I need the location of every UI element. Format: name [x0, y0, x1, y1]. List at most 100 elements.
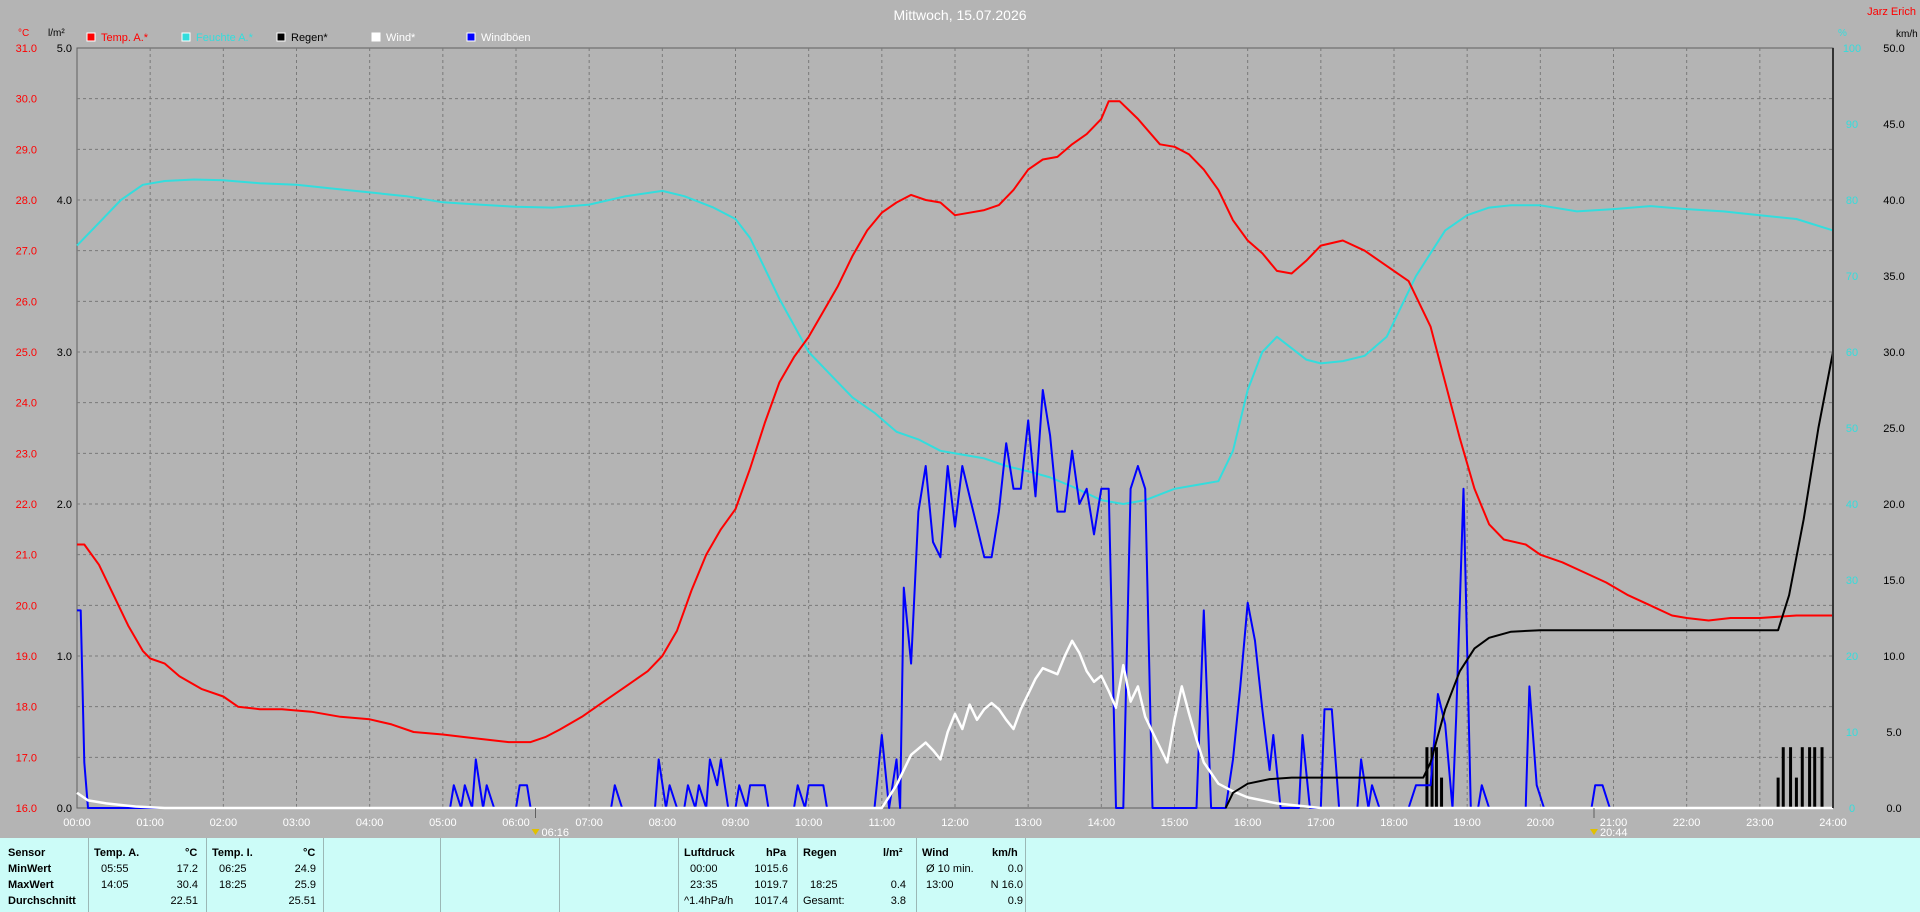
x-tick-label: 23:00: [1746, 817, 1774, 829]
x-tick-label: 14:00: [1088, 817, 1116, 829]
humidity-tick-label: 80: [1846, 195, 1858, 207]
temp-tick-label: 22.0: [16, 499, 37, 511]
legend-swatch: [181, 32, 191, 42]
humidity-tick-label: 10: [1846, 727, 1858, 739]
legend-swatch: [86, 32, 96, 42]
pressure-min-value: 1015.6: [754, 863, 788, 875]
weather-chart: 00:00 01:00 02:00 03:00 04:00 05:00 06:00 07:00…: [16, 6, 1918, 838]
legend-swatch: [276, 32, 286, 42]
humidity-tick-label: 0: [1849, 803, 1855, 815]
x-tick-label: 11:00: [868, 817, 895, 829]
humidity-tick-label: 100: [1843, 43, 1861, 55]
x-tick-label: 22:00: [1673, 817, 1701, 829]
wind-tick-label: 5.0: [1886, 727, 1901, 739]
tempA-header: Temp. A.: [94, 847, 140, 859]
wind-tick-label: 35.0: [1883, 271, 1904, 283]
legend-label: Windböen: [481, 32, 531, 44]
min-label: MinWert: [8, 863, 52, 875]
rain-max-value: 0.4: [890, 879, 906, 891]
wind-tick-label: 45.0: [1883, 119, 1904, 131]
x-tick-label: 05:00: [429, 817, 457, 829]
rain-bar: [1800, 747, 1804, 808]
legend-label: Regen*: [291, 32, 328, 44]
humidity-tick-label: 30: [1846, 575, 1858, 587]
wind-tick-label: 0.0: [1886, 803, 1901, 815]
legend-swatch: [466, 32, 476, 42]
separator: [440, 838, 441, 912]
rain-max-time: 18:25: [810, 879, 838, 891]
tempI-header: Temp. I.: [212, 847, 253, 859]
wind-tick-label: 15.0: [1883, 575, 1904, 587]
rain-bar: [1434, 747, 1438, 808]
unit-rain: l/m²: [48, 28, 65, 39]
temp-tick-label: 30.0: [16, 94, 37, 106]
tempA-avg: 22.51: [170, 895, 198, 907]
pressure-max-value: 1019.7: [754, 879, 788, 891]
separator: [88, 838, 89, 912]
wind-tick-label: 20.0: [1883, 499, 1904, 511]
rain-tick-label: 4.0: [57, 195, 72, 207]
rain-tick-label: 1.0: [57, 651, 72, 663]
temp-tick-label: 31.0: [16, 43, 37, 55]
temp-tick-label: 16.0: [16, 803, 37, 815]
separator: [916, 838, 917, 912]
unit-wind: km/h: [1896, 29, 1918, 40]
tempI-min-time: 06:25: [219, 863, 247, 875]
pressure-avg: 1017.4: [754, 895, 788, 907]
wind-max-value: N 16.0: [990, 879, 1023, 891]
temp-tick-label: 25.0: [16, 347, 37, 359]
tempI-max-time: 18:25: [219, 879, 247, 891]
rain-total: 3.8: [890, 895, 906, 907]
humidity-tick-label: 50: [1846, 423, 1858, 435]
x-tick-label: 08:00: [649, 817, 677, 829]
separator: [559, 838, 560, 912]
tempA-max-time: 14:05: [101, 879, 129, 891]
legend-label: Temp. A.*: [101, 32, 149, 44]
wind-tick-label: 40.0: [1883, 195, 1904, 207]
sensor-header: Sensor: [8, 847, 46, 859]
rain-tick-label: 5.0: [57, 43, 72, 55]
rain-bar: [1789, 747, 1793, 808]
x-tick-label: 20:00: [1527, 817, 1555, 829]
x-tick-label: 12:00: [941, 817, 969, 829]
temp-tick-label: 24.0: [16, 398, 37, 410]
x-tick-label: 02:00: [210, 817, 238, 829]
wind-avg: 0.9: [1007, 895, 1023, 907]
x-tick-label: 03:00: [283, 817, 311, 829]
pressure-header: Luftdruck: [684, 847, 735, 859]
unit-temp: °C: [18, 28, 29, 39]
legend: Temp. A.* Feuchte A.* Regen* Wind* Windböen: [86, 32, 531, 44]
unit-humidity: %: [1838, 28, 1847, 39]
max-label: MaxWert: [8, 879, 54, 891]
rain-bar: [1440, 777, 1444, 808]
rain-tick-label: 3.0: [57, 347, 72, 359]
temp-tick-label: 27.0: [16, 246, 37, 258]
humidity-tick-label: 60: [1846, 347, 1858, 359]
tempI-min-value: 24.9: [294, 863, 316, 875]
x-tick-label: 15:00: [1161, 817, 1189, 829]
humidity-tick-label: 20: [1846, 651, 1858, 663]
tempA-min-time: 05:55: [101, 863, 129, 875]
x-tick-label: 07:00: [575, 817, 603, 829]
wind-max-time: 13:00: [926, 879, 954, 891]
x-tick-label: 01:00: [136, 817, 164, 829]
pressure-unit: hPa: [766, 847, 787, 859]
separator: [797, 838, 798, 912]
rain-total-label: Gesamt:: [803, 895, 845, 907]
rain-bar: [1781, 747, 1785, 808]
temp-tick-label: 18.0: [16, 702, 37, 714]
wind-tick-label: 10.0: [1883, 651, 1904, 663]
x-tick-label: 24:00: [1819, 817, 1847, 829]
rain-unit: l/m²: [883, 847, 903, 859]
temp-tick-label: 19.0: [16, 651, 37, 663]
marker-label: 06:16: [542, 827, 570, 838]
x-tick-label: 19:00: [1453, 817, 1481, 829]
tempA-unit: °C: [185, 847, 198, 859]
separator: [678, 838, 679, 912]
rain-bar: [1813, 747, 1817, 808]
separator: [206, 838, 207, 912]
separator: [323, 838, 324, 912]
grid: [76, 47, 1834, 809]
rain-bar: [1425, 747, 1429, 808]
tempI-unit: °C: [303, 847, 316, 859]
